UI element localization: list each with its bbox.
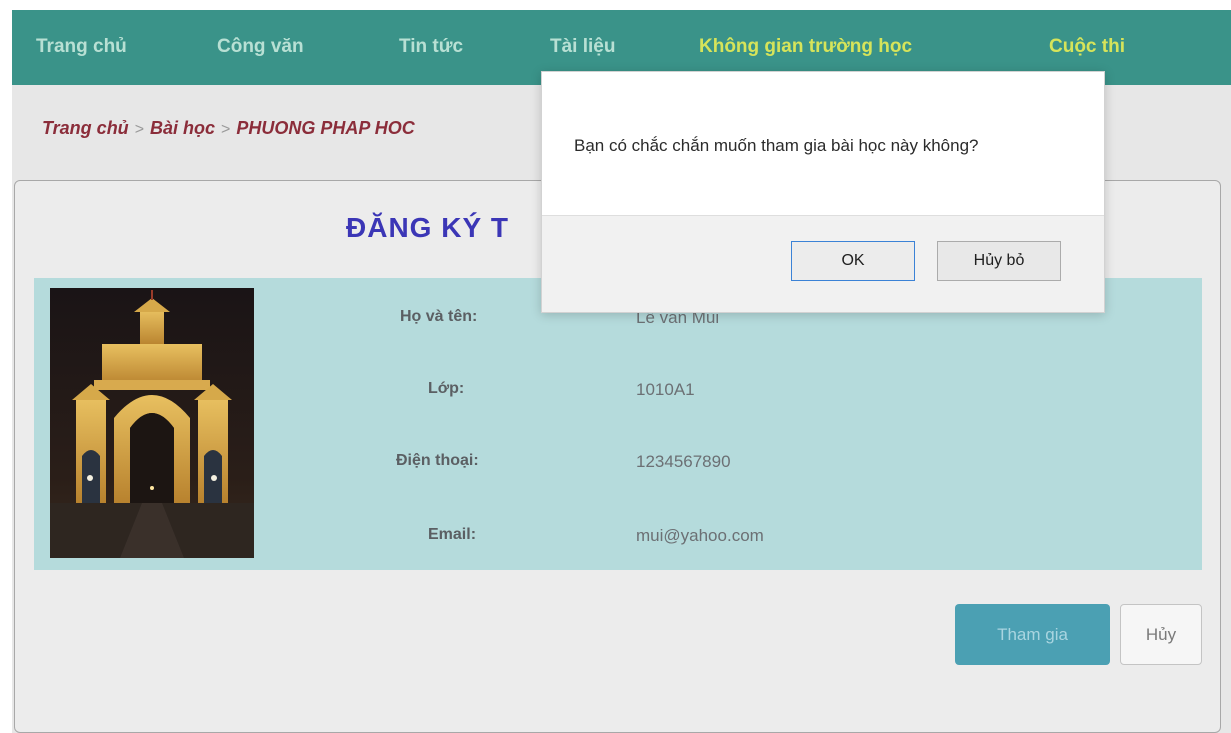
- top-strip: [0, 0, 1231, 10]
- class-label: Lớp:: [428, 380, 465, 397]
- nav-item-school-space[interactable]: Không gian trường học: [699, 36, 912, 58]
- breadcrumb-separator: >: [134, 121, 145, 138]
- breadcrumb-home[interactable]: Trang chủ: [42, 118, 129, 138]
- dialog-ok-button[interactable]: OK: [791, 241, 915, 281]
- school-gate-image: [50, 288, 254, 558]
- full-name-label: Họ và tên:: [400, 308, 478, 325]
- school-gate-photo: [50, 288, 254, 558]
- email-label: Email:: [428, 526, 477, 543]
- dialog-cancel-button[interactable]: Hủy bỏ: [937, 241, 1061, 281]
- confirm-dialog: Bạn có chắc chắn muốn tham gia bài học n…: [541, 71, 1105, 313]
- breadcrumb-lessons[interactable]: Bài học: [150, 118, 215, 138]
- join-button[interactable]: Tham gia: [955, 604, 1110, 665]
- nav-item-documents[interactable]: Công văn: [217, 36, 304, 58]
- dialog-message: Bạn có chắc chắn muốn tham gia bài học n…: [574, 136, 979, 155]
- breadcrumb-separator: >: [221, 121, 231, 138]
- phone-label: Điện thoại:: [396, 452, 479, 469]
- breadcrumb: Trang chủ > Bài học > PHUONG PHAP HOC: [42, 118, 415, 139]
- nav-item-contests[interactable]: Cuộc thi: [1049, 36, 1125, 58]
- nav-item-news[interactable]: Tin tức: [399, 36, 463, 58]
- cancel-button[interactable]: Hủy: [1120, 604, 1202, 665]
- class-value: 1010A1: [636, 380, 695, 399]
- page-title: ĐĂNG KÝ T: [346, 212, 509, 243]
- phone-value: 1234567890: [636, 452, 731, 471]
- breadcrumb-current: PHUONG PHAP HOC: [236, 118, 415, 138]
- email-value: mui@yahoo.com: [636, 526, 764, 545]
- nav-item-materials[interactable]: Tài liệu: [550, 36, 615, 58]
- nav-item-home[interactable]: Trang chủ: [36, 36, 127, 58]
- dialog-footer: OK Hủy bỏ: [542, 215, 1104, 312]
